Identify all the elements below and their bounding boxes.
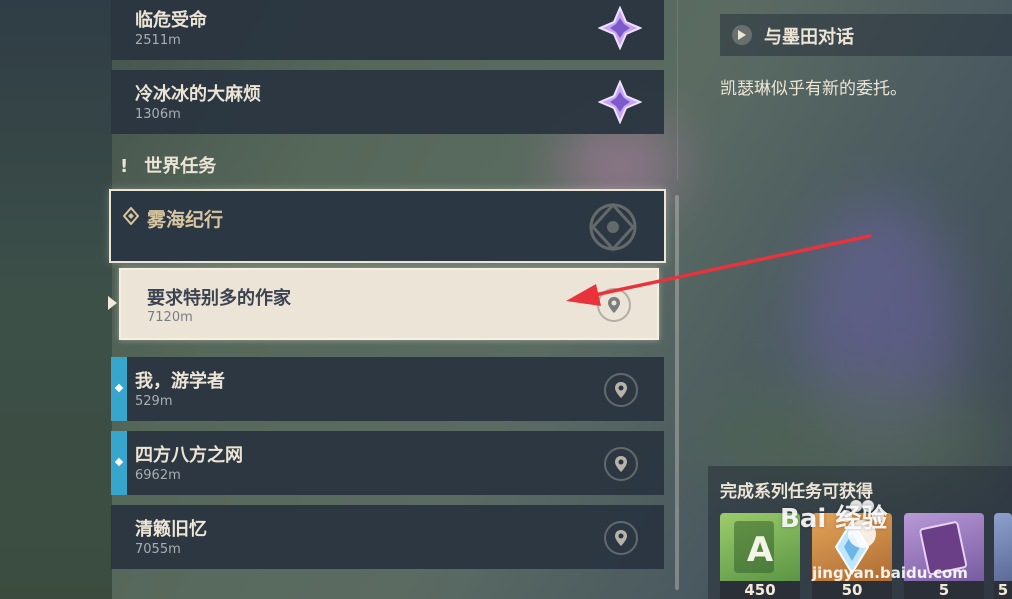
annotation-arrow (566, 234, 872, 306)
